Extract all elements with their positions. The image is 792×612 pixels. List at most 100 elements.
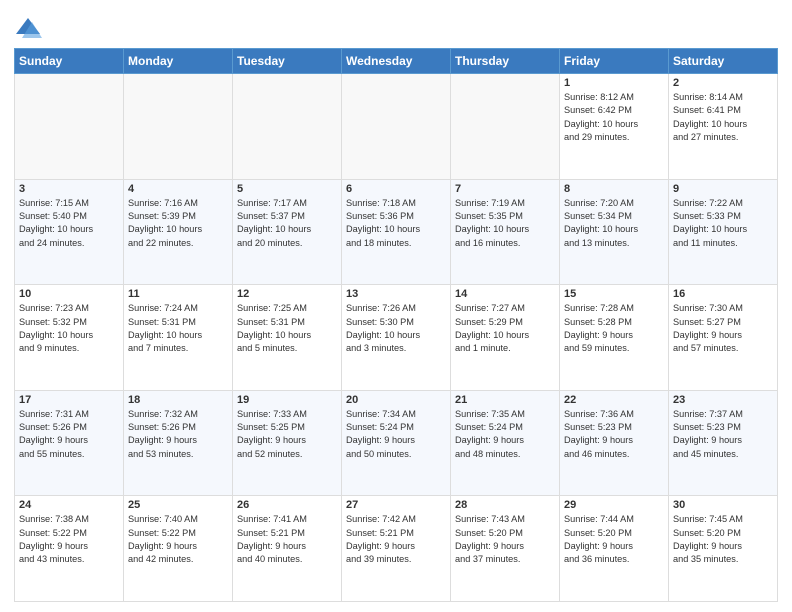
calendar-cell: 8 Sunrise: 7:20 AM Sunset: 5:34 PM Daylig… [560,179,669,285]
calendar-week-row: 3 Sunrise: 7:15 AM Sunset: 5:40 PM Daylig… [15,179,778,285]
day-info: Sunrise: 7:40 AM Sunset: 5:22 PM Dayligh… [128,513,228,566]
calendar-cell: 7 Sunrise: 7:19 AM Sunset: 5:35 PM Daylig… [451,179,560,285]
day-number: 3 [19,183,119,195]
calendar-cell: 29 Sunrise: 7:44 AM Sunset: 5:20 PM Dayli… [560,496,669,602]
day-number: 9 [673,183,773,195]
calendar-cell: 26Sunrise: 7:41 AM Sunset: 5:21 PM Dayli… [233,496,342,602]
calendar-cell: 1Sunrise: 8:12 AM Sunset: 6:42 PM Daylig… [560,74,669,180]
weekday-header: Monday [124,49,233,74]
day-info: Sunrise: 7:28 AM Sunset: 5:28 PM Dayligh… [564,302,664,355]
weekday-header: Tuesday [233,49,342,74]
day-number: 27 [346,499,446,511]
day-number: 12 [237,288,337,300]
logo-icon [14,14,42,42]
day-number: 7 [455,183,555,195]
day-number: 23 [673,394,773,406]
day-info: Sunrise: 7:43 AM Sunset: 5:20 PM Dayligh… [455,513,555,566]
calendar-cell: 14 Sunrise: 7:27 AM Sunset: 5:29 PM Dayli… [451,285,560,391]
calendar-cell: 4 Sunrise: 7:16 AM Sunset: 5:39 PM Daylig… [124,179,233,285]
day-info: Sunrise: 7:41 AM Sunset: 5:21 PM Dayligh… [237,513,337,566]
day-number: 20 [346,394,446,406]
day-number: 16 [673,288,773,300]
day-number: 25 [128,499,228,511]
day-number: 5 [237,183,337,195]
day-info: Sunrise: 7:16 AM Sunset: 5:39 PM Dayligh… [128,197,228,250]
calendar-cell: 30Sunrise: 7:45 AM Sunset: 5:20 PM Dayli… [669,496,778,602]
day-number: 14 [455,288,555,300]
calendar-week-row: 24 Sunrise: 7:38 AM Sunset: 5:22 PM Dayli… [15,496,778,602]
day-info: Sunrise: 7:33 AM Sunset: 5:25 PM Dayligh… [237,408,337,461]
calendar-cell: 2 Sunrise: 8:14 AM Sunset: 6:41 PM Daylig… [669,74,778,180]
page: SundayMondayTuesdayWednesdayThursdayFrid… [0,0,792,612]
day-number: 19 [237,394,337,406]
calendar-cell: 19 Sunrise: 7:33 AM Sunset: 5:25 PM Dayli… [233,390,342,496]
calendar-cell [15,74,124,180]
day-info: Sunrise: 7:17 AM Sunset: 5:37 PM Dayligh… [237,197,337,250]
day-number: 8 [564,183,664,195]
calendar-cell: 15 Sunrise: 7:28 AM Sunset: 5:28 PM Dayli… [560,285,669,391]
day-info: Sunrise: 7:22 AM Sunset: 5:33 PM Dayligh… [673,197,773,250]
day-number: 6 [346,183,446,195]
weekday-header-row: SundayMondayTuesdayWednesdayThursdayFrid… [15,49,778,74]
day-number: 18 [128,394,228,406]
day-info: Sunrise: 7:32 AM Sunset: 5:26 PM Dayligh… [128,408,228,461]
calendar-cell: 23Sunrise: 7:37 AM Sunset: 5:23 PM Dayli… [669,390,778,496]
day-number: 29 [564,499,664,511]
calendar-cell [342,74,451,180]
calendar-cell: 17Sunrise: 7:31 AM Sunset: 5:26 PM Dayli… [15,390,124,496]
calendar-cell [451,74,560,180]
calendar-cell: 5 Sunrise: 7:17 AM Sunset: 5:37 PM Daylig… [233,179,342,285]
calendar-cell: 16 Sunrise: 7:30 AM Sunset: 5:27 PM Dayli… [669,285,778,391]
day-info: Sunrise: 8:14 AM Sunset: 6:41 PM Dayligh… [673,91,773,144]
calendar-cell: 18 Sunrise: 7:32 AM Sunset: 5:26 PM Dayli… [124,390,233,496]
calendar-table: SundayMondayTuesdayWednesdayThursdayFrid… [14,48,778,602]
calendar-week-row: 1Sunrise: 8:12 AM Sunset: 6:42 PM Daylig… [15,74,778,180]
day-info: Sunrise: 7:20 AM Sunset: 5:34 PM Dayligh… [564,197,664,250]
calendar-cell: 27 Sunrise: 7:42 AM Sunset: 5:21 PM Dayli… [342,496,451,602]
day-info: Sunrise: 7:42 AM Sunset: 5:21 PM Dayligh… [346,513,446,566]
day-number: 13 [346,288,446,300]
day-info: Sunrise: 7:31 AM Sunset: 5:26 PM Dayligh… [19,408,119,461]
day-info: Sunrise: 7:38 AM Sunset: 5:22 PM Dayligh… [19,513,119,566]
day-info: Sunrise: 7:25 AM Sunset: 5:31 PM Dayligh… [237,302,337,355]
day-info: Sunrise: 7:15 AM Sunset: 5:40 PM Dayligh… [19,197,119,250]
calendar-cell: 11 Sunrise: 7:24 AM Sunset: 5:31 PM Dayli… [124,285,233,391]
calendar-cell: 6 Sunrise: 7:18 AM Sunset: 5:36 PM Daylig… [342,179,451,285]
day-number: 10 [19,288,119,300]
day-info: Sunrise: 7:45 AM Sunset: 5:20 PM Dayligh… [673,513,773,566]
day-number: 28 [455,499,555,511]
day-info: Sunrise: 7:34 AM Sunset: 5:24 PM Dayligh… [346,408,446,461]
day-info: Sunrise: 7:23 AM Sunset: 5:32 PM Dayligh… [19,302,119,355]
day-info: Sunrise: 7:18 AM Sunset: 5:36 PM Dayligh… [346,197,446,250]
weekday-header: Saturday [669,49,778,74]
day-number: 21 [455,394,555,406]
day-number: 24 [19,499,119,511]
day-number: 11 [128,288,228,300]
calendar-cell: 25 Sunrise: 7:40 AM Sunset: 5:22 PM Dayli… [124,496,233,602]
day-info: Sunrise: 7:30 AM Sunset: 5:27 PM Dayligh… [673,302,773,355]
calendar-cell: 22 Sunrise: 7:36 AM Sunset: 5:23 PM Dayli… [560,390,669,496]
day-info: Sunrise: 7:27 AM Sunset: 5:29 PM Dayligh… [455,302,555,355]
calendar-cell: 10 Sunrise: 7:23 AM Sunset: 5:32 PM Dayli… [15,285,124,391]
day-info: Sunrise: 7:35 AM Sunset: 5:24 PM Dayligh… [455,408,555,461]
calendar-cell: 20 Sunrise: 7:34 AM Sunset: 5:24 PM Dayli… [342,390,451,496]
calendar-cell: 24 Sunrise: 7:38 AM Sunset: 5:22 PM Dayli… [15,496,124,602]
calendar-cell: 13Sunrise: 7:26 AM Sunset: 5:30 PM Dayli… [342,285,451,391]
day-number: 2 [673,77,773,89]
day-info: Sunrise: 8:12 AM Sunset: 6:42 PM Dayligh… [564,91,664,144]
day-number: 4 [128,183,228,195]
day-info: Sunrise: 7:24 AM Sunset: 5:31 PM Dayligh… [128,302,228,355]
weekday-header: Thursday [451,49,560,74]
calendar-cell: 9 Sunrise: 7:22 AM Sunset: 5:33 PM Daylig… [669,179,778,285]
weekday-header: Friday [560,49,669,74]
day-info: Sunrise: 7:19 AM Sunset: 5:35 PM Dayligh… [455,197,555,250]
calendar-cell [233,74,342,180]
day-number: 22 [564,394,664,406]
weekday-header: Wednesday [342,49,451,74]
calendar-cell: 28 Sunrise: 7:43 AM Sunset: 5:20 PM Dayli… [451,496,560,602]
day-info: Sunrise: 7:36 AM Sunset: 5:23 PM Dayligh… [564,408,664,461]
day-info: Sunrise: 7:44 AM Sunset: 5:20 PM Dayligh… [564,513,664,566]
calendar-cell: 12 Sunrise: 7:25 AM Sunset: 5:31 PM Dayli… [233,285,342,391]
day-number: 15 [564,288,664,300]
calendar-week-row: 17Sunrise: 7:31 AM Sunset: 5:26 PM Dayli… [15,390,778,496]
